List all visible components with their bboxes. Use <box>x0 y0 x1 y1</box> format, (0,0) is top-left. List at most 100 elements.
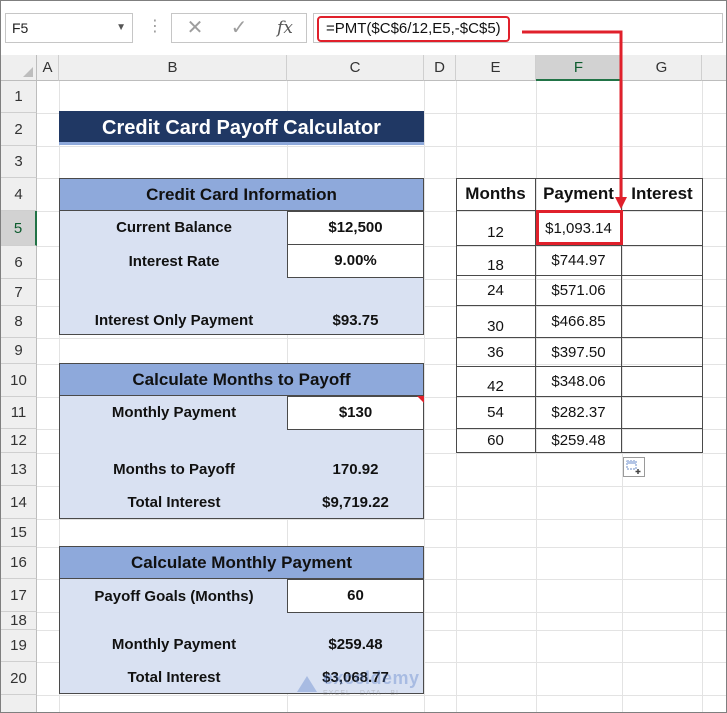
table-cell-months[interactable]: 60 <box>456 429 536 453</box>
formula-bar: F5 ▼ ⋮ ✕ ✓ fx =PMT($C$6/12,E5,-$C$5) <box>1 1 726 55</box>
enter-icon[interactable]: ✓ <box>222 14 256 42</box>
panel-header[interactable]: Calculate Monthly Payment <box>60 547 423 579</box>
row-header-5[interactable]: 5 <box>1 211 37 246</box>
select-all-button[interactable] <box>1 55 37 81</box>
row-header-3[interactable]: 3 <box>1 146 37 178</box>
table-cell-months[interactable]: 30 <box>456 306 536 338</box>
row-header-11[interactable]: 11 <box>1 397 37 429</box>
row-header-21[interactable] <box>1 695 37 712</box>
column-header-h[interactable] <box>702 55 726 81</box>
select-all-icon <box>23 67 33 77</box>
watermark-tagline: EXCEL · DATA · BI <box>323 690 399 697</box>
row-header-7[interactable]: 7 <box>1 279 37 306</box>
total-interest-value[interactable]: $9,719.22 <box>287 487 424 519</box>
table-cell-interest[interactable] <box>622 338 703 367</box>
name-box-value: F5 <box>12 20 29 36</box>
table-cell-months[interactable]: 24 <box>456 276 536 306</box>
page-title[interactable]: Credit Card Payoff Calculator <box>59 111 424 145</box>
table-cell-payment[interactable]: $282.37 <box>536 397 622 429</box>
row-header-16[interactable]: 16 <box>1 547 37 579</box>
interest-rate-input[interactable]: 9.00% <box>287 244 424 278</box>
gridline <box>37 519 726 520</box>
monthly-payment-value[interactable]: $259.48 <box>287 629 424 661</box>
spreadsheet-window: F5 ▼ ⋮ ✕ ✓ fx =PMT($C$6/12,E5,-$C$5) A B… <box>0 0 727 713</box>
table-cell-payment[interactable]: $571.06 <box>536 276 622 306</box>
table-cell-payment[interactable]: $259.48 <box>536 429 622 453</box>
formula-bar-grip-icon[interactable]: ⋮ <box>147 13 163 43</box>
table-cell-payment[interactable]: $466.85 <box>536 306 622 338</box>
months-to-payoff-panel: Calculate Months to Payoff Monthly Payme… <box>59 363 424 519</box>
row-header-15[interactable]: 15 <box>1 519 37 547</box>
monthly-payment-label[interactable]: Monthly Payment <box>60 629 288 661</box>
table-header-payment[interactable]: Payment <box>536 178 622 211</box>
comment-indicator-icon[interactable] <box>417 396 424 403</box>
table-cell-months[interactable]: 54 <box>456 397 536 429</box>
row-header-1[interactable]: 1 <box>1 81 37 113</box>
table-cell-payment[interactable]: $348.06 <box>536 367 622 397</box>
column-header-f[interactable]: F <box>536 55 622 81</box>
table-cell-months[interactable]: 18 <box>456 246 536 276</box>
table-cell-interest[interactable] <box>622 429 703 453</box>
chevron-down-icon[interactable]: ▼ <box>116 14 126 42</box>
panel-header[interactable]: Credit Card Information <box>60 179 423 211</box>
quick-analysis-icon[interactable] <box>623 457 645 477</box>
row-header-6[interactable]: 6 <box>1 246 37 279</box>
insert-function-button[interactable]: fx <box>268 14 302 42</box>
table-header-interest[interactable]: Interest <box>622 178 703 211</box>
table-cell-months[interactable]: 42 <box>456 367 536 397</box>
column-header-a[interactable]: A <box>37 55 59 81</box>
column-header-e[interactable]: E <box>456 55 536 81</box>
row-header-9[interactable]: 9 <box>1 338 37 364</box>
table-cell-interest[interactable] <box>622 397 703 429</box>
monthly-payment-input[interactable]: $130 <box>287 396 424 430</box>
row-header-14[interactable]: 14 <box>1 486 37 519</box>
table-cell-payment[interactable]: $397.50 <box>536 338 622 367</box>
row-header-12[interactable]: 12 <box>1 429 37 453</box>
gridline <box>37 146 726 147</box>
months-to-payoff-label[interactable]: Months to Payoff <box>60 454 288 486</box>
table-cell-months[interactable]: 36 <box>456 338 536 367</box>
interest-only-value[interactable]: $93.75 <box>287 306 424 336</box>
formula-buttons: ✕ ✓ fx <box>171 13 307 43</box>
table-cell-interest[interactable] <box>622 367 703 397</box>
row-header-13[interactable]: 13 <box>1 453 37 486</box>
payoff-goal-input[interactable]: 60 <box>287 579 424 613</box>
name-box[interactable]: F5 ▼ <box>5 13 133 43</box>
table-cell-interest[interactable] <box>622 276 703 306</box>
column-header-d[interactable]: D <box>424 55 456 81</box>
watermark-logo: exceldemy EXCEL · DATA · BI <box>293 666 433 700</box>
current-balance-input[interactable]: $12,500 <box>287 211 424 245</box>
row-header-19[interactable]: 19 <box>1 630 37 662</box>
table-cell-interest[interactable] <box>622 211 703 246</box>
row-header-4[interactable]: 4 <box>1 178 37 211</box>
interest-rate-label[interactable]: Interest Rate <box>60 245 288 278</box>
table-header-months[interactable]: Months <box>456 178 536 211</box>
total-interest-label[interactable]: Total Interest <box>60 662 288 694</box>
table-cell-months[interactable]: 12 <box>456 211 536 246</box>
row-header-2[interactable]: 2 <box>1 113 37 146</box>
monthly-payment-label[interactable]: Monthly Payment <box>60 397 288 429</box>
current-balance-label[interactable]: Current Balance <box>60 211 288 244</box>
row-header-18[interactable]: 18 <box>1 612 37 630</box>
table-cell-interest[interactable] <box>622 306 703 338</box>
column-header-c[interactable]: C <box>287 55 424 81</box>
active-cell-highlight <box>536 210 623 245</box>
column-header-g[interactable]: G <box>622 55 702 81</box>
payoff-goal-label[interactable]: Payoff Goals (Months) <box>60 580 288 613</box>
table-cell-interest[interactable] <box>622 246 703 276</box>
interest-only-label[interactable]: Interest Only Payment <box>60 306 288 336</box>
row-header-17[interactable]: 17 <box>1 579 37 612</box>
total-interest-label[interactable]: Total Interest <box>60 487 288 519</box>
column-header-b[interactable]: B <box>59 55 287 81</box>
watermark-name: exceldemy <box>323 668 420 688</box>
credit-card-info-panel: Credit Card Information Current Balance … <box>59 178 424 335</box>
row-header-20[interactable]: 20 <box>1 662 37 695</box>
months-to-payoff-value[interactable]: 170.92 <box>287 454 424 486</box>
watermark-icon <box>297 676 317 692</box>
table-cell-payment[interactable]: $744.97 <box>536 246 622 276</box>
formula-text[interactable]: =PMT($C$6/12,E5,-$C$5) <box>317 16 510 42</box>
row-header-8[interactable]: 8 <box>1 306 37 338</box>
cancel-icon[interactable]: ✕ <box>178 14 212 42</box>
panel-header[interactable]: Calculate Months to Payoff <box>60 364 423 396</box>
row-header-10[interactable]: 10 <box>1 364 37 397</box>
